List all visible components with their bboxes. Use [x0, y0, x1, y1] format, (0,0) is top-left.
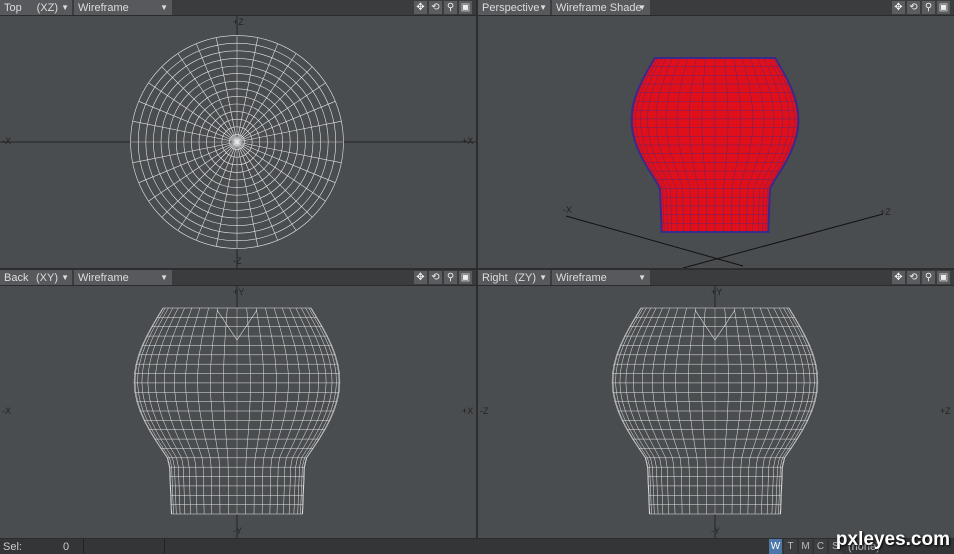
viewport-canvas [133, 286, 341, 538]
viewport-canvas [565, 57, 884, 268]
viewport-back[interactable]: Back(XY)▼ Wireframe▼ ✥⟲⚲▣+Y-X+X-Y [0, 270, 476, 538]
maximize-icon[interactable]: ▣ [459, 271, 472, 284]
zoom-icon[interactable]: ⚲ [444, 1, 457, 14]
viewport-top[interactable]: Top(XZ)▼ Wireframe▼ ✥⟲⚲▣+Z-X+X-Z [0, 0, 476, 268]
mode-c-button[interactable]: C [814, 539, 827, 554]
rotate-icon[interactable]: ⟲ [429, 1, 442, 14]
wire-spoke [161, 66, 238, 143]
viewport-header: Back (XY) ▼ Wireframe ▼ ✥ ⟲ ⚲ ▣ [0, 270, 476, 286]
watermark: pxleyes.com [835, 529, 950, 550]
viewport-header: Top (XZ) ▼ Wireframe ▼ ✥ ⟲ ⚲ ▣ [0, 0, 476, 16]
view-selector[interactable]: Right (ZY) ▼ [478, 270, 550, 285]
render-mode-label: Wireframe Shade [556, 1, 642, 14]
chevron-down-icon: ▼ [638, 273, 646, 282]
chevron-down-icon: ▼ [539, 3, 547, 12]
view-selector[interactable]: Back (XY) ▼ [0, 270, 72, 285]
move-icon[interactable]: ✥ [414, 271, 427, 284]
mode-m-button[interactable]: M [799, 539, 812, 554]
chevron-down-icon: ▼ [160, 3, 168, 12]
render-mode-selector[interactable]: Wireframe ▼ [552, 270, 650, 285]
render-mode-selector[interactable]: Wireframe ▼ [74, 0, 172, 15]
viewport-header: Right (ZY) ▼ Wireframe ▼ ✥ ⟲ ⚲ ▣ [478, 270, 954, 286]
viewport-header: Perspective ▼ Wireframe Shade ▼ ✥ ⟲ ⚲ ▣ [478, 0, 954, 16]
rotate-icon[interactable]: ⟲ [907, 271, 920, 284]
view-selector[interactable]: Perspective ▼ [478, 0, 550, 15]
view-label: Back [4, 271, 29, 284]
viewport-canvas [611, 286, 819, 538]
chevron-down-icon: ▼ [61, 3, 69, 12]
render-mode-label: Wireframe [556, 271, 607, 284]
render-mode-selector[interactable]: Wireframe Shade ▼ [552, 0, 650, 15]
maximize-icon[interactable]: ▣ [937, 1, 950, 14]
axes-code: (XZ) [36, 1, 58, 14]
rotate-icon[interactable]: ⟲ [429, 271, 442, 284]
view-selector[interactable]: Top (XZ) ▼ [0, 0, 72, 15]
chevron-down-icon: ▼ [160, 273, 168, 282]
rotate-icon[interactable]: ⟲ [907, 1, 920, 14]
move-icon[interactable]: ✥ [892, 271, 905, 284]
mode-w-button[interactable]: W [769, 539, 782, 554]
zoom-icon[interactable]: ⚲ [922, 271, 935, 284]
wire-spoke [161, 141, 238, 218]
mode-t-button[interactable]: T [784, 539, 797, 554]
wire-spoke [236, 66, 313, 143]
viewport-canvas [0, 16, 476, 268]
view-label: Right [482, 271, 508, 284]
zoom-icon[interactable]: ⚲ [922, 1, 935, 14]
view-label: Top [4, 1, 22, 14]
render-mode-label: Wireframe [78, 271, 129, 284]
move-icon[interactable]: ✥ [892, 1, 905, 14]
chevron-down-icon: ▼ [638, 3, 646, 12]
render-mode-selector[interactable]: Wireframe ▼ [74, 270, 172, 285]
viewport-right[interactable]: Right(ZY)▼ Wireframe▼ ✥⟲⚲▣+Y-Z+Z-Y [478, 270, 954, 538]
move-icon[interactable]: ✥ [414, 1, 427, 14]
render-mode-label: Wireframe [78, 1, 129, 14]
chevron-down-icon: ▼ [61, 273, 69, 282]
sel-label: Sel: [3, 540, 22, 553]
view-label: Perspective [482, 1, 540, 14]
axes-code: (XY) [36, 271, 58, 284]
axes-code: (ZY) [514, 271, 536, 284]
sel-value: 0 [63, 540, 70, 553]
zoom-icon[interactable]: ⚲ [444, 271, 457, 284]
maximize-icon[interactable]: ▣ [459, 1, 472, 14]
chevron-down-icon: ▼ [539, 273, 547, 282]
viewport-perspective[interactable]: Perspective ▼ Wireframe Shade ▼ ✥ ⟲ ⚲ ▣ -X +Z [478, 0, 954, 268]
status-bar: Sel: 0 W T M C S (none) [0, 539, 954, 554]
wire-spoke [236, 141, 313, 218]
maximize-icon[interactable]: ▣ [937, 271, 950, 284]
